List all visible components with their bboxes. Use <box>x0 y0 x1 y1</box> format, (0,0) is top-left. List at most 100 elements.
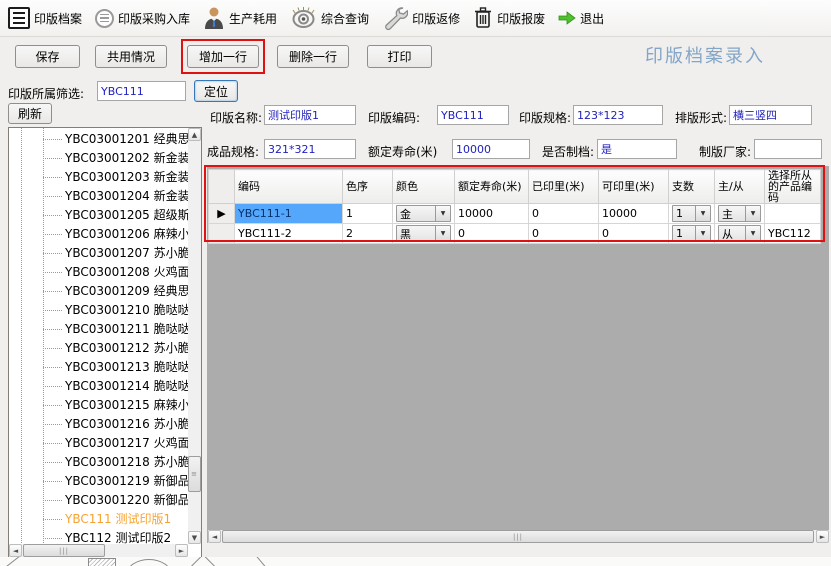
tree-item[interactable]: YBC03001212 苏小脆新奥尔良鸡 <box>9 339 188 358</box>
tree-hscrollbar-thumb[interactable]: ||| <box>23 544 105 557</box>
count-combo[interactable]: 1▼ <box>672 225 711 242</box>
rated-life-cell[interactable]: 10000 <box>455 204 529 224</box>
save-button[interactable]: 保存 <box>15 45 80 68</box>
master-code-cell[interactable] <box>765 204 821 224</box>
chevron-down-icon[interactable]: ▼ <box>695 206 710 221</box>
toolbar-item-exit[interactable]: 退出 <box>558 10 604 27</box>
toolbar-label: 印版采购入库 <box>118 10 190 27</box>
tree-item[interactable]: YBC03001208 火鸡面劲爆火鸡5 <box>9 263 188 282</box>
scroll-left-icon[interactable]: ◄ <box>208 530 221 543</box>
plate-name-input[interactable]: 测试印版1 <box>264 105 356 125</box>
color-cell[interactable]: 黑▼ <box>393 224 455 244</box>
tree-horizontal-scrollbar[interactable]: ◄ ► ||| <box>9 544 188 557</box>
tree-item[interactable]: YBC03001201 经典思圆香辣牛肉 <box>9 130 188 149</box>
code-cell[interactable]: YBC111-2 <box>235 224 343 244</box>
plate-maker-input[interactable] <box>754 139 822 159</box>
plate-spec-input[interactable]: 123*123 <box>573 105 663 125</box>
count-combo[interactable]: 1▼ <box>672 205 711 222</box>
print-button[interactable]: 打印 <box>367 45 432 68</box>
tree-item[interactable]: YBC03001219 新御品思圆香辣牛 <box>9 472 188 491</box>
tree-vertical-scrollbar[interactable]: ▲ ▼ ≡ <box>188 128 201 544</box>
is-archived-input[interactable]: 是 <box>597 139 677 159</box>
scroll-right-icon[interactable]: ► <box>816 530 829 543</box>
toolbar-label: 印版档案 <box>34 10 82 27</box>
printable-meters-cell[interactable]: 0 <box>599 224 669 244</box>
panel-hscrollbar-thumb[interactable]: ||| <box>222 530 814 543</box>
tree-item[interactable]: YBC03001214 脆哒哒火鸡面55g <box>9 377 188 396</box>
toolbar-item-plate-archive[interactable]: 印版档案 <box>8 7 82 29</box>
add-row-button[interactable]: 增加一行 <box>187 45 259 68</box>
color-seq-cell[interactable]: 1 <box>343 204 393 224</box>
scroll-right-icon[interactable]: ► <box>175 544 188 557</box>
scroll-down-icon[interactable]: ▼ <box>188 531 201 544</box>
tree-item[interactable]: YBC03001220 新御品思圆红烧牛 <box>9 491 188 510</box>
tree-item[interactable]: YBC03001203 新金装香辣牛肉面 <box>9 168 188 187</box>
tree-scrollbar-thumb[interactable]: ≡ <box>188 456 201 492</box>
tree-item[interactable]: YBC03001217 火鸡面劲爆火鸡5 <box>9 434 188 453</box>
color-combo[interactable]: 黑▼ <box>396 225 451 242</box>
master-slave-value: 从 <box>719 226 745 242</box>
delete-row-button[interactable]: 删除一行 <box>277 45 349 68</box>
tree-item[interactable]: YBC03001202 新金装红烧牛肉面 <box>9 149 188 168</box>
color-seq-cell[interactable]: 2 <box>343 224 393 244</box>
tree-item[interactable]: YBC03001204 新金装老坛酸菜面 <box>9 187 188 206</box>
chevron-down-icon[interactable]: ▼ <box>435 206 450 221</box>
hatched-rectangle-shape <box>88 558 116 566</box>
printed-meters-cell[interactable]: 0 <box>529 204 599 224</box>
printed-meters-cell[interactable]: 0 <box>529 224 599 244</box>
color-value: 金 <box>397 206 435 222</box>
chevron-down-icon[interactable]: ▼ <box>435 226 450 241</box>
tree-item[interactable]: YBC03001218 苏小脆新奥尔良鸡 <box>9 453 188 472</box>
toolbar-item-plate-repair[interactable]: 印版返修 <box>382 5 460 31</box>
tree-item[interactable]: YBC03001213 脆哒哒麻辣小龙虾 <box>9 358 188 377</box>
tree-item[interactable]: YBC03001215 麻辣小龙虾55g15 <box>9 396 188 415</box>
toolbar-label: 印版返修 <box>412 10 460 27</box>
printable-meters-cell[interactable]: 10000 <box>599 204 669 224</box>
tree-item[interactable]: YBC03001205 超级斯美特香牛 <box>9 206 188 225</box>
chevron-down-icon[interactable]: ▼ <box>745 206 760 221</box>
locate-button[interactable]: 定位 <box>194 80 238 102</box>
count-cell[interactable]: 1▼ <box>669 224 715 244</box>
tree-item-label: YBC03001216 苏小脆川辣牛肉5 <box>65 417 188 431</box>
table-row[interactable]: YBC111-22黑▼0001▼从▼YBC112 <box>209 224 821 244</box>
color-cell[interactable]: 金▼ <box>393 204 455 224</box>
table-row[interactable]: ▶YBC111-11金▼100000100001▼主▼ <box>209 204 821 224</box>
refresh-button[interactable]: 刷新 <box>8 103 52 124</box>
tree-item[interactable]: YBC03001206 麻辣小龙虾55g <box>9 225 188 244</box>
tree-item[interactable]: YBC03001211 脆哒哒麻辣小龙虾 <box>9 320 188 339</box>
chevron-down-icon[interactable]: ▼ <box>695 226 710 241</box>
layout-form-input[interactable]: 横三竖四 <box>729 105 812 125</box>
toolbar-item-production-consumption[interactable]: 生产耗用 <box>203 6 277 30</box>
master-slave-combo[interactable]: 从▼ <box>718 225 761 242</box>
master-slave-cell[interactable]: 主▼ <box>715 204 765 224</box>
tree-item[interactable]: YBC03001207 苏小脆川辣牛肉5 <box>9 244 188 263</box>
panel-horizontal-scrollbar[interactable]: ◄ ► ||| <box>208 530 829 543</box>
code-cell[interactable]: YBC111-1 <box>235 204 343 224</box>
toolbar-item-plate-scrap[interactable]: 印版报废 <box>473 6 545 30</box>
tree-item[interactable]: YBC111 测试印版1 <box>9 510 188 529</box>
detail-grid[interactable]: 编码色序颜色额定寿命(米)已印里(米)可印里(米)支数主/从选择所从的产品编码 … <box>208 169 821 244</box>
chevron-down-icon[interactable]: ▼ <box>745 226 760 241</box>
count-cell[interactable]: 1▼ <box>669 204 715 224</box>
scroll-up-icon[interactable]: ▲ <box>188 128 201 141</box>
rated-life-input[interactable]: 10000 <box>452 139 530 159</box>
master-code-cell[interactable]: YBC112 <box>765 224 821 244</box>
toolbar-item-comprehensive-query[interactable]: 综合查询 <box>290 6 369 30</box>
plate-code-input[interactable]: YBC111 <box>437 105 509 125</box>
shared-usage-button[interactable]: 共用情况 <box>95 45 167 68</box>
tree-item[interactable]: YBC03001209 经典思圆浓香排骨 <box>9 282 188 301</box>
color-combo[interactable]: 金▼ <box>396 205 451 222</box>
tree-item-label: YBC03001202 新金装红烧牛肉面 <box>65 151 188 165</box>
product-spec-input[interactable]: 321*321 <box>264 139 356 159</box>
tree-item[interactable]: YBC03001210 脆哒哒火鸡面55g <box>9 301 188 320</box>
plate-filter-label: 印版所属筛选: <box>8 85 84 102</box>
grid-column-header: 可印里(米) <box>599 170 669 204</box>
tree-item[interactable]: YBC03001216 苏小脆川辣牛肉5 <box>9 415 188 434</box>
color-value: 黑 <box>397 226 435 242</box>
toolbar-item-purchase-inbound[interactable]: 印版采购入库 <box>95 9 190 28</box>
plate-filter-input[interactable]: YBC111 <box>97 81 186 101</box>
master-slave-cell[interactable]: 从▼ <box>715 224 765 244</box>
scroll-left-icon[interactable]: ◄ <box>9 544 22 557</box>
master-slave-combo[interactable]: 主▼ <box>718 205 761 222</box>
rated-life-cell[interactable]: 0 <box>455 224 529 244</box>
